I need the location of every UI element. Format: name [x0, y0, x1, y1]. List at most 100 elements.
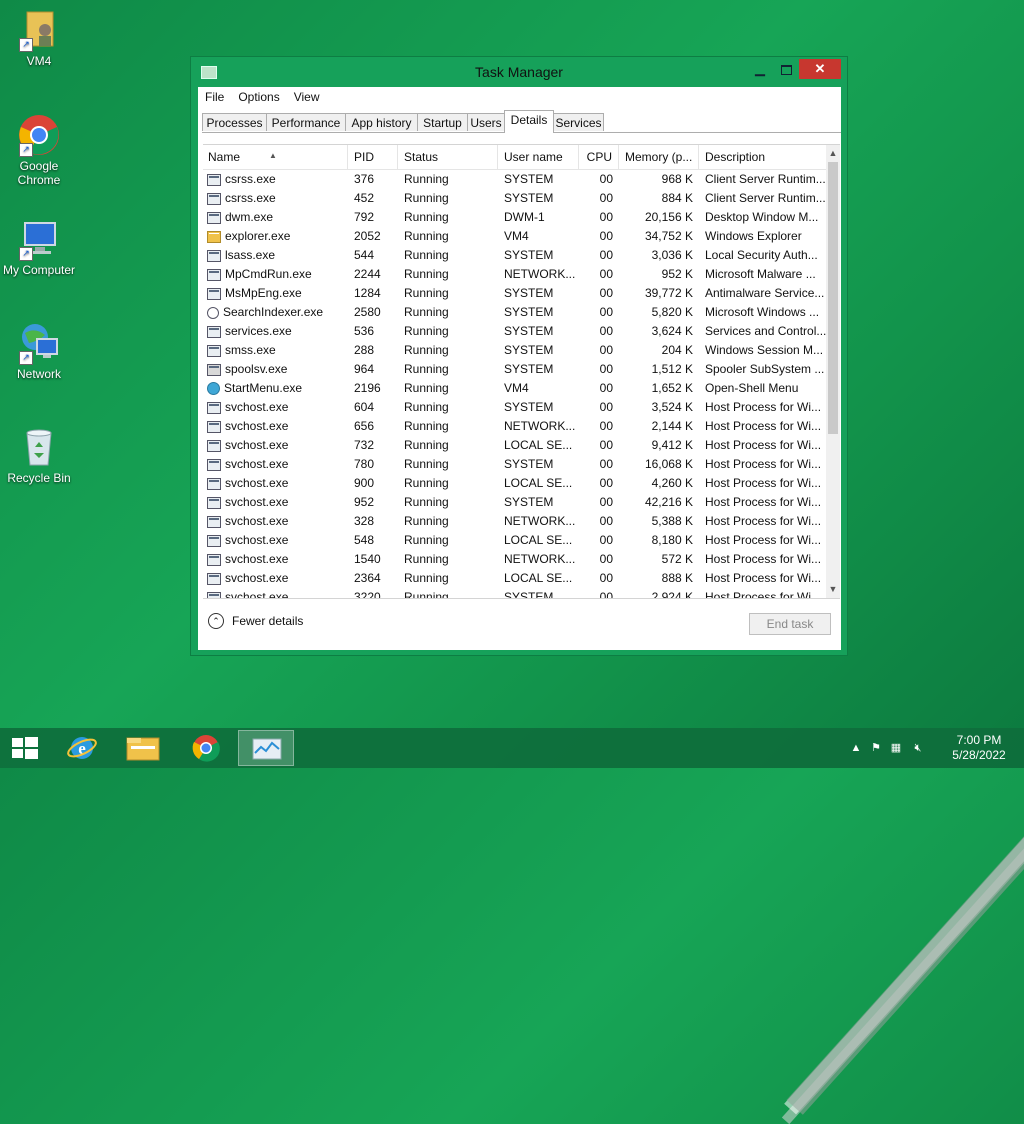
cell-desc: Host Process for Wi... [705, 419, 822, 433]
tab-performance[interactable]: Performance [266, 113, 346, 131]
cell-pid: 1284 [354, 286, 381, 300]
table-row[interactable]: StartMenu.exe 2196 Running VM4 00 1,652 K Open… [203, 379, 826, 398]
table-row[interactable]: csrss.exe 452 Running SYSTEM 00 884 K Client S… [203, 189, 826, 208]
action-center-flag-icon[interactable]: ⚑ [868, 741, 884, 755]
table-row[interactable]: explorer.exe 2052 Running VM4 00 34,752 K Wind… [203, 227, 826, 246]
table-row[interactable]: smss.exe 288 Running SYSTEM 00 204 K Windows S… [203, 341, 826, 360]
cell-cpu: 00 [599, 362, 613, 376]
table-row[interactable]: svchost.exe 2364 Running LOCAL SE... 00 888 K… [203, 569, 826, 588]
desktop-icon-vm4[interactable]: ↗ VM4 [0, 8, 78, 68]
table-row[interactable]: MpCmdRun.exe 2244 Running NETWORK... 00 952 K… [203, 265, 826, 284]
taskbar-clock[interactable]: 7:00 PM 5/28/2022 [944, 733, 1014, 763]
menu-file[interactable]: File [205, 90, 224, 104]
cell-mem: 42,216 K [644, 495, 693, 509]
table-row[interactable]: svchost.exe 548 Running LOCAL SE... 00 8,180 … [203, 531, 826, 550]
start-icon [12, 737, 38, 759]
column-header-name[interactable]: ▲ Name [203, 145, 348, 169]
scrollbar-thumb[interactable] [828, 162, 838, 434]
table-row[interactable]: svchost.exe 780 Running SYSTEM 00 16,068 K Hos… [203, 455, 826, 474]
cell-pid: 452 [354, 191, 375, 205]
desktop-icon-label: Google Chrome [17, 159, 61, 187]
cell-name: smss.exe [203, 341, 348, 360]
column-header-memory[interactable]: Memory (p... [619, 145, 699, 169]
scroll-down-icon[interactable]: ▼ [826, 582, 840, 596]
window-icon [207, 572, 221, 585]
network-status-icon[interactable]: ▦ [888, 741, 904, 755]
cell-mem: 952 K [661, 267, 693, 281]
cell-name: lsass.exe [203, 246, 348, 265]
cell-mem: 16,068 K [644, 457, 693, 471]
minimize-button[interactable]: ▁ [747, 59, 773, 79]
table-row[interactable]: svchost.exe 1540 Running NETWORK... 00 572 K H… [203, 550, 826, 569]
recycle-bin-icon [17, 425, 61, 469]
computer-icon: ↗ [17, 217, 61, 261]
table-row[interactable]: svchost.exe 900 Running LOCAL SE... 00 4,260 … [203, 474, 826, 493]
table-row[interactable]: services.exe 536 Running SYSTEM 00 3,624 K Ser… [203, 322, 826, 341]
tab-users[interactable]: Users [467, 113, 505, 131]
table-row[interactable]: MsMpEng.exe 1284 Running SYSTEM 00 39,772 K An… [203, 284, 826, 303]
tab-startup[interactable]: Startup [417, 113, 468, 131]
desktop-icon-label: VM4 [26, 54, 52, 68]
column-header-cpu[interactable]: CPU [579, 145, 619, 169]
details-list: ▲ Name PID Status User name CPU Memory (… [203, 144, 840, 599]
table-row[interactable]: spoolsv.exe 964 Running SYSTEM 00 1,512 K Spoo… [203, 360, 826, 379]
cell-mem: 572 K [661, 552, 693, 566]
file-explorer-icon [126, 737, 160, 761]
desktop-icon-google-chrome[interactable]: ↗ Google Chrome [0, 113, 78, 187]
desktop-icon-my-computer[interactable]: ↗ My Computer [0, 217, 78, 277]
cell-pid: 604 [354, 400, 375, 414]
window-icon [207, 344, 221, 357]
column-header-status[interactable]: Status [398, 145, 498, 169]
tab-processes[interactable]: Processes [202, 113, 267, 131]
folder-icon [207, 230, 221, 243]
window-icon [207, 192, 221, 205]
cell-status: Running [404, 343, 449, 357]
taskbar-file-explorer[interactable] [115, 730, 171, 766]
cell-name: svchost.exe [203, 398, 348, 417]
fewer-details-button[interactable]: ⌃ Fewer details [208, 613, 303, 629]
wallpaper-stripe [786, 743, 1024, 1115]
window-icon [207, 211, 221, 224]
table-row[interactable]: svchost.exe 952 Running SYSTEM 00 42,216 K Hos… [203, 493, 826, 512]
tab-details[interactable]: Details [504, 110, 554, 133]
column-header-pid[interactable]: PID [348, 145, 398, 169]
desktop-icon-network[interactable]: ↗ Network [0, 321, 78, 381]
vertical-scrollbar[interactable]: ▲ ▼ [826, 145, 840, 598]
table-row[interactable]: svchost.exe 604 Running SYSTEM 00 3,524 K Host… [203, 398, 826, 417]
table-row[interactable]: svchost.exe 328 Running NETWORK... 00 5,388 K… [203, 512, 826, 531]
title-bar[interactable]: Task Manager ▁ ✕ [191, 57, 847, 87]
show-hidden-icons-icon[interactable]: ▲ [848, 741, 864, 755]
cell-pid: 2244 [354, 267, 381, 281]
start-button[interactable] [0, 730, 56, 766]
table-row[interactable]: csrss.exe 376 Running SYSTEM 00 968 K Client S… [203, 170, 826, 189]
taskbar-task-manager[interactable] [238, 730, 294, 766]
table-row[interactable]: svchost.exe 732 Running LOCAL SE... 00 9,412 … [203, 436, 826, 455]
chrome-icon: ↗ [17, 113, 61, 157]
table-row[interactable]: SearchIndexer.exe 2580 Running SYSTEM 00 5,82… [203, 303, 826, 322]
scroll-up-icon[interactable]: ▲ [826, 146, 840, 160]
cell-pid: 548 [354, 533, 375, 547]
table-row[interactable]: lsass.exe 544 Running SYSTEM 00 3,036 K Local … [203, 246, 826, 265]
column-header-description[interactable]: Description [699, 145, 826, 169]
cell-desc: Host Process for Wi... [705, 514, 822, 528]
column-header-user-name[interactable]: User name [498, 145, 579, 169]
desktop-icon-label: Network [16, 367, 61, 381]
cell-name: csrss.exe [203, 170, 348, 189]
taskbar-chrome[interactable] [178, 730, 234, 766]
desktop-icon-recycle-bin[interactable]: Recycle Bin [0, 425, 78, 485]
cell-cpu: 00 [599, 267, 613, 281]
window-icon [207, 439, 221, 452]
menu-view[interactable]: View [294, 90, 320, 104]
close-button[interactable]: ✕ [799, 59, 841, 79]
menu-options[interactable]: Options [238, 90, 279, 104]
cell-user: SYSTEM [504, 248, 554, 262]
table-row[interactable]: dwm.exe 792 Running DWM-1 00 20,156 K Desktop … [203, 208, 826, 227]
volume-muted-icon[interactable]: 🔇︎ [910, 741, 926, 755]
tab-app-history[interactable]: App history [345, 113, 418, 131]
cell-cpu: 00 [599, 248, 613, 262]
maximize-button[interactable] [773, 59, 799, 79]
table-row[interactable]: svchost.exe 656 Running NETWORK... 00 2,144 K… [203, 417, 826, 436]
tab-services[interactable]: Services [553, 113, 604, 131]
end-task-button[interactable]: End task [749, 613, 831, 635]
taskbar-internet-explorer[interactable]: e [56, 730, 112, 766]
